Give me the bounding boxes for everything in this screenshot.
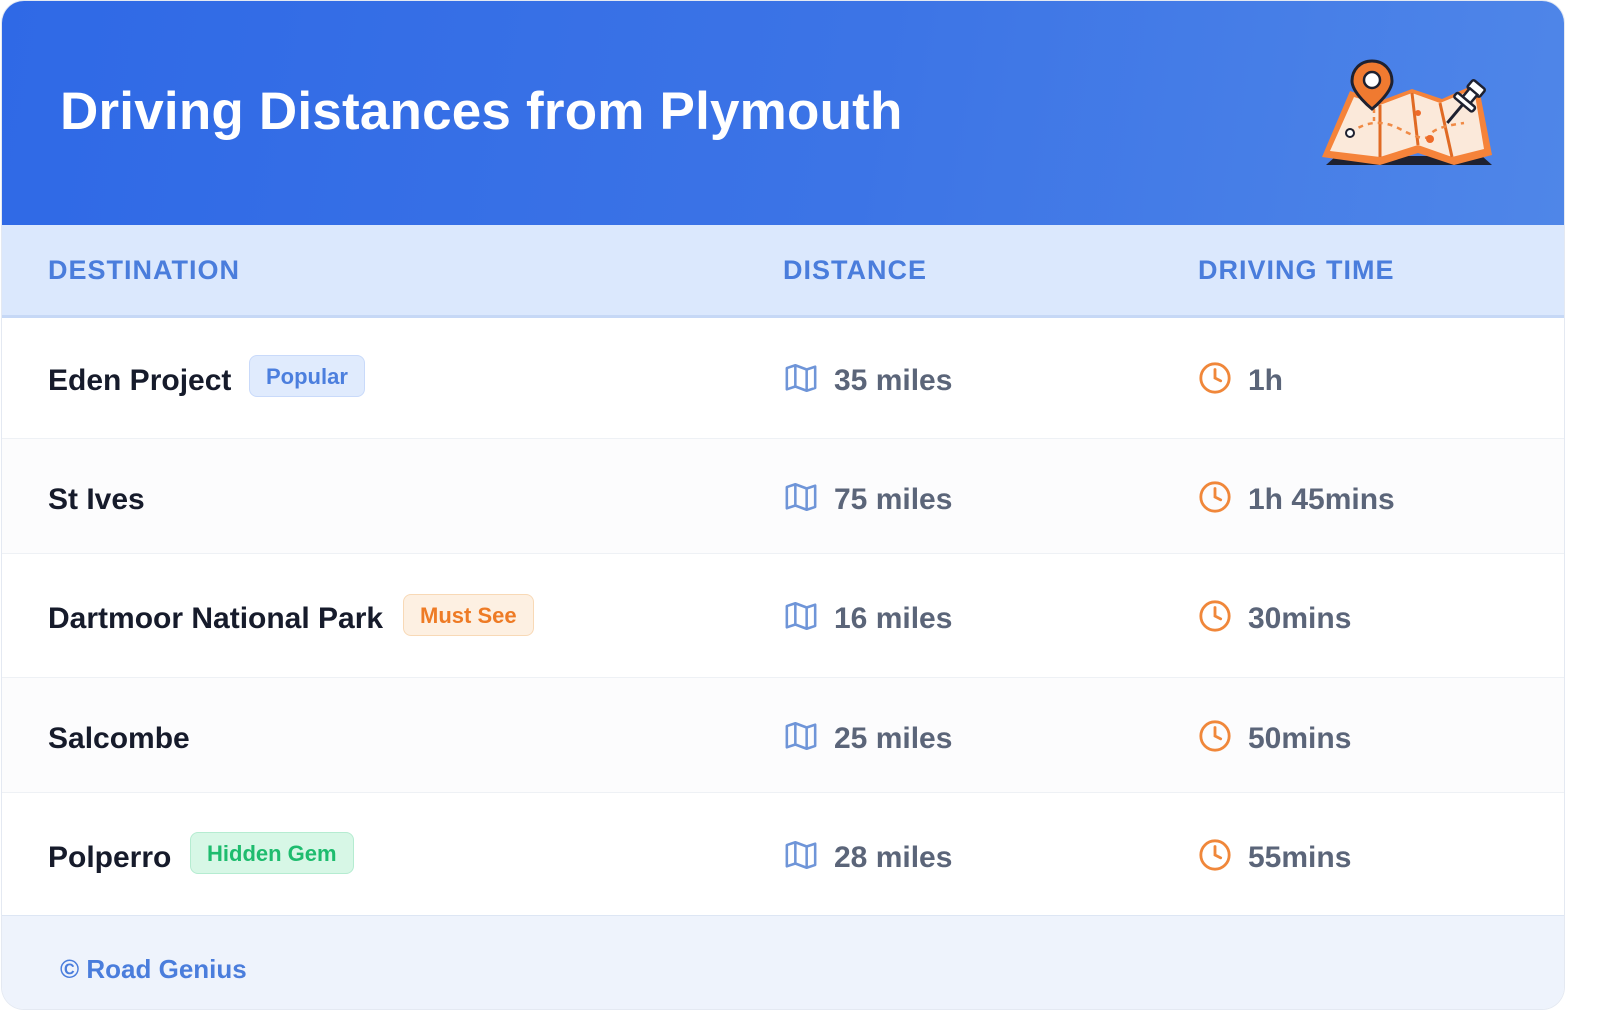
- hidden-gem-badge: Hidden Gem: [190, 832, 354, 874]
- column-header-distance: DISTANCE: [783, 255, 928, 285]
- map-icon: [785, 363, 817, 393]
- table-row: Polperro Hidden Gem 28 miles 55mins: [2, 793, 1564, 915]
- driving-time-value: 1h: [1248, 364, 1284, 397]
- table-row: Salcombe 25 miles 50mins: [2, 678, 1564, 793]
- footer: © Road Genius: [2, 915, 1564, 1009]
- driving-time-value: 50mins: [1248, 722, 1352, 755]
- header-banner: Driving Distances from Plymouth: [2, 1, 1564, 225]
- page-title: Driving Distances from Plymouth: [60, 82, 903, 141]
- popular-badge: Popular: [249, 355, 365, 397]
- map-with-pins-icon: [1322, 59, 1492, 165]
- table-row: Dartmoor National Park Must See 16 miles…: [2, 554, 1564, 678]
- footer-credit: © Road Genius: [60, 954, 247, 984]
- distance-value: 75 miles: [834, 483, 953, 516]
- map-icon: [785, 721, 817, 751]
- destination-name: Salcombe: [48, 722, 190, 755]
- driving-time-value: 30mins: [1248, 602, 1352, 635]
- map-icon: [785, 840, 817, 870]
- column-header-destination: DESTINATION: [48, 255, 240, 285]
- distances-card: Driving Distances from Plymouth DESTINAT…: [2, 1, 1564, 1009]
- map-icon: [785, 601, 817, 631]
- clock-icon: [1199, 481, 1231, 513]
- map-icon: [785, 482, 817, 512]
- distance-value: 16 miles: [834, 602, 953, 635]
- distance-value: 25 miles: [834, 722, 953, 755]
- table-header: DESTINATION DISTANCE DRIVING TIME: [2, 225, 1564, 318]
- distance-value: 35 miles: [834, 364, 953, 397]
- driving-time-value: 55mins: [1248, 841, 1352, 874]
- clock-icon: [1199, 720, 1231, 752]
- destination-name: St Ives: [48, 483, 145, 516]
- column-header-driving-time: DRIVING TIME: [1198, 255, 1395, 285]
- destination-name: Eden Project: [48, 364, 232, 397]
- clock-icon: [1199, 362, 1231, 394]
- driving-time-value: 1h 45mins: [1248, 483, 1395, 516]
- clock-icon: [1199, 839, 1231, 871]
- must-see-badge: Must See: [403, 594, 534, 636]
- clock-icon: [1199, 600, 1231, 632]
- destination-name: Dartmoor National Park: [48, 602, 384, 635]
- table-row: Eden Project Popular 35 miles 1h: [2, 316, 1564, 439]
- destination-name: Polperro: [48, 841, 172, 874]
- table-row: St Ives 75 miles 1h 45mins: [2, 439, 1564, 554]
- distance-value: 28 miles: [834, 841, 953, 874]
